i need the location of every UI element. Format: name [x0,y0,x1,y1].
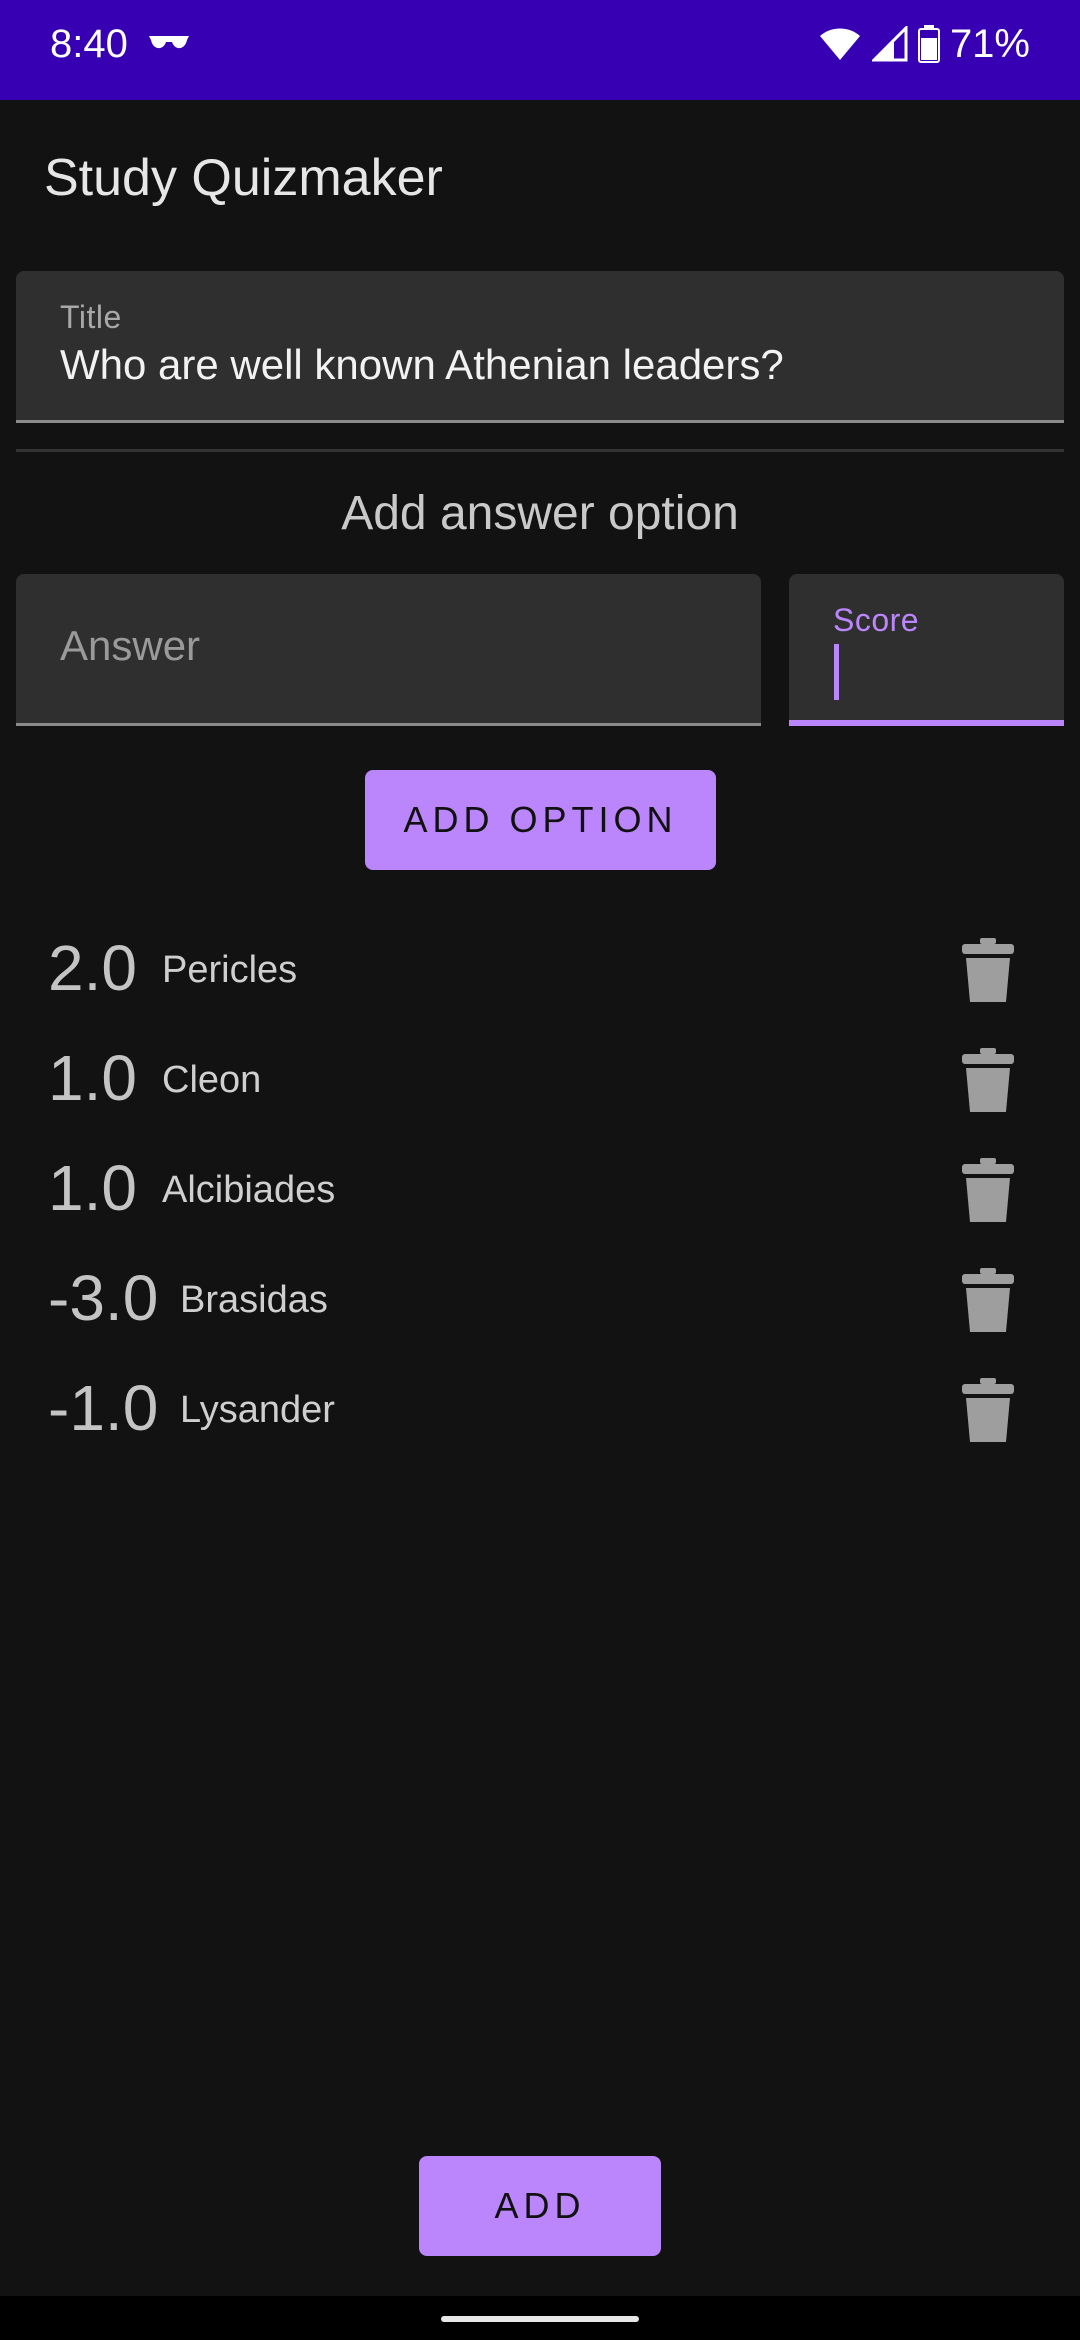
add-button[interactable]: ADD [419,2156,661,2256]
status-time: 8:40 [50,22,128,66]
list-item: 2.0 Pericles [0,918,1080,1018]
app-title: Study Quizmaker [44,149,443,207]
trash-icon[interactable] [960,1158,1016,1224]
option-score: 2.0 [48,932,137,1004]
trash-icon[interactable] [960,1048,1016,1114]
option-score: 1.0 [48,1152,137,1224]
trash-icon[interactable] [960,938,1016,1004]
status-icons: 71% [818,20,1030,68]
status-bar: 8:40 71% [0,0,1080,100]
list-item: 1.0 Alcibiades [0,1138,1080,1238]
title-field-label: Title [60,299,122,335]
battery-icon [917,25,940,63]
option-answer: Lysander [180,1389,335,1431]
option-answer: Cleon [162,1059,262,1101]
answer-input[interactable]: Answer [16,574,761,726]
divider [16,449,1064,452]
option-answer: Pericles [162,949,298,991]
option-answer: Brasidas [180,1279,328,1321]
list-item: -3.0 Brasidas [0,1248,1080,1348]
option-answer: Alcibiades [162,1169,336,1211]
home-indicator[interactable] [441,2316,639,2322]
title-field-value[interactable]: Who are well known Athenian leaders? [60,341,784,389]
battery-percentage: 71% [949,22,1030,66]
title-field[interactable]: Title Who are well known Athenian leader… [16,271,1064,423]
wifi-icon [819,28,860,60]
section-heading: Add answer option [341,487,739,540]
option-score: 1.0 [48,1042,137,1114]
glasses-icon [149,36,189,49]
trash-icon[interactable] [960,1268,1016,1334]
option-score: -1.0 [48,1372,159,1444]
score-input[interactable]: Score [789,574,1064,726]
score-field-label: Score [833,602,920,638]
option-score: -3.0 [48,1262,159,1334]
text-cursor [834,644,839,700]
signal-icon [871,26,908,62]
answer-placeholder: Answer [60,622,201,669]
add-option-button[interactable]: ADD OPTION [365,770,716,870]
list-item: -1.0 Lysander [0,1358,1080,1458]
list-item: 1.0 Cleon [0,1028,1080,1128]
trash-icon[interactable] [960,1378,1016,1444]
